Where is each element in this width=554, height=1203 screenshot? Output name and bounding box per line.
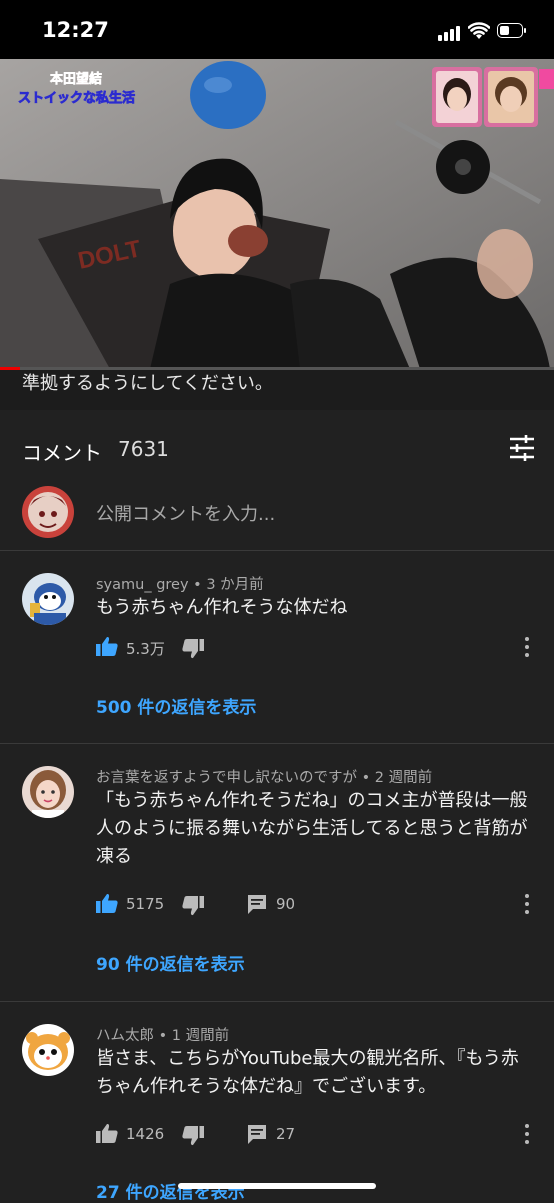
reply-icon[interactable] bbox=[246, 893, 268, 915]
caption-name: 本田望結 bbox=[50, 71, 102, 87]
view-replies-link[interactable]: 27 件の返信を表示 bbox=[96, 1178, 245, 1203]
comments-title: コメント bbox=[22, 441, 102, 465]
comment-text: 「もう赤ちゃん作れそうだね」のコメ主が普段は一般人のように振る舞いながら生活して… bbox=[96, 790, 528, 867]
comment-actions: 5.3万 bbox=[96, 635, 536, 661]
reply-icon[interactable] bbox=[246, 1123, 268, 1145]
comment-item: お言葉を返すようで申し訳ないのですが • 2 週間前 「もう赤ちゃん作れそうだね… bbox=[0, 744, 554, 1001]
home-indicator[interactable] bbox=[178, 1183, 376, 1189]
like-count: 1426 bbox=[126, 1125, 165, 1143]
like-count: 5.3万 bbox=[126, 640, 165, 658]
like-icon[interactable] bbox=[96, 1122, 118, 1144]
comment-meta: syamu_ grey • 3 か月前 bbox=[96, 577, 264, 593]
caption-subtitle: ストイックな私生活 bbox=[18, 90, 135, 106]
dislike-icon[interactable] bbox=[182, 638, 204, 660]
more-vert-icon[interactable] bbox=[523, 894, 531, 914]
sort-icon[interactable] bbox=[508, 435, 536, 461]
avatar[interactable] bbox=[22, 486, 74, 538]
battery-icon bbox=[497, 23, 527, 40]
comment-actions: 1426 27 bbox=[96, 1122, 536, 1148]
avatar[interactable] bbox=[22, 573, 74, 625]
comment-actions: 5175 90 bbox=[96, 892, 536, 918]
status-bar: 12:27 bbox=[0, 0, 554, 62]
more-vert-icon[interactable] bbox=[523, 637, 531, 657]
comment-text: もう赤ちゃん作れそうな体だね bbox=[96, 597, 348, 618]
like-count: 5175 bbox=[126, 895, 165, 913]
comment-item: ハム太郎 • 1 週間前 皆さま、こちらがYouTube最大の観光名所、『もう赤… bbox=[0, 1002, 554, 1203]
comment-text: 皆さま、こちらがYouTube最大の観光名所、『もう赤ちゃん作れそうな体だね』で… bbox=[96, 1048, 519, 1097]
video-frame: DOLT 本田望結 ストイックな私生活 bbox=[0, 59, 554, 369]
comment-input[interactable]: 公開コメントを入力... bbox=[96, 500, 275, 526]
comment-meta: お言葉を返すようで申し訳ないのですが • 2 週間前 bbox=[96, 770, 433, 786]
comment-meta: ハム太郎 • 1 週間前 bbox=[96, 1028, 230, 1044]
view-replies-link[interactable]: 90 件の返信を表示 bbox=[96, 950, 245, 975]
dislike-icon[interactable] bbox=[182, 1125, 204, 1147]
like-icon[interactable] bbox=[96, 635, 118, 657]
status-time: 12:27 bbox=[42, 18, 109, 42]
avatar[interactable] bbox=[22, 766, 74, 818]
wifi-icon bbox=[468, 22, 490, 39]
view-replies-link[interactable]: 500 件の返信を表示 bbox=[96, 693, 256, 718]
reply-count: 27 bbox=[276, 1125, 296, 1143]
avatar[interactable] bbox=[22, 1024, 74, 1076]
description-text: 準拠するようにしてください。 bbox=[22, 373, 273, 394]
signal-icon bbox=[438, 25, 464, 41]
description-tail: 準拠するようにしてください。 bbox=[0, 370, 554, 410]
comment-item: syamu_ grey • 3 か月前 もう赤ちゃん作れそうな体だね 5.3万 … bbox=[0, 551, 554, 743]
comments-count: 7631 bbox=[118, 437, 169, 461]
video-player[interactable]: DOLT 本田望結 ストイックな私生活 bbox=[0, 59, 554, 369]
comments-header: コメント 7631 公開コメントを入力... bbox=[0, 410, 554, 550]
reply-count: 90 bbox=[276, 895, 296, 913]
more-vert-icon[interactable] bbox=[523, 1124, 531, 1144]
dislike-icon[interactable] bbox=[182, 895, 204, 917]
like-icon[interactable] bbox=[96, 892, 118, 914]
